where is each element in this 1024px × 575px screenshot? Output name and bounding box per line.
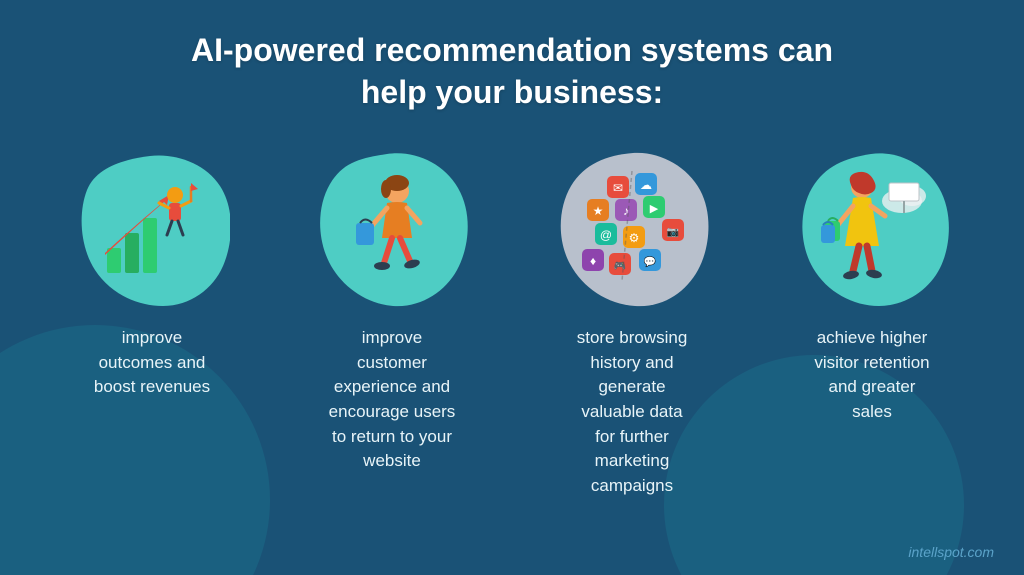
walking-person-icon [332, 168, 452, 288]
card-retention-text: achieve highervisitor retentionand great… [814, 326, 929, 425]
card-data: ✉ ☁ ★ ♪ ▶ 📷 @ [527, 148, 737, 498]
card-revenues: improveoutcomes andboost revenues [47, 148, 257, 498]
svg-text:📷: 📷 [667, 227, 679, 238]
blob-retention [795, 148, 950, 308]
cards-row: improveoutcomes andboost revenues [40, 148, 984, 498]
svg-text:⚙: ⚙ [629, 231, 640, 245]
blob-data: ✉ ☁ ★ ♪ ▶ 📷 @ [555, 148, 710, 308]
blob-revenues [75, 148, 230, 308]
svg-text:▶: ▶ [650, 203, 659, 215]
svg-text:💬: 💬 [644, 255, 657, 268]
svg-text:@: @ [600, 228, 612, 242]
svg-text:✉: ✉ [613, 181, 623, 195]
brand-label: intellspot.com [908, 544, 994, 560]
svg-text:♦: ♦ [590, 254, 596, 268]
svg-text:★: ★ [593, 204, 604, 218]
card-retention: achieve highervisitor retentionand great… [767, 148, 977, 498]
apps-icons-icon: ✉ ☁ ★ ♪ ▶ 📷 @ [572, 168, 692, 288]
shopping-woman-icon [812, 168, 932, 288]
page-title: AI-powered recommendation systems can he… [191, 30, 833, 113]
svg-text:☁: ☁ [640, 178, 652, 192]
main-content: AI-powered recommendation systems can he… [0, 0, 1024, 519]
blob-experience [315, 148, 470, 308]
card-revenues-text: improveoutcomes andboost revenues [94, 326, 210, 400]
card-data-text: store browsinghistory andgeneratevaluabl… [577, 326, 688, 498]
background: AI-powered recommendation systems can he… [0, 0, 1024, 575]
card-experience: improvecustomerexperience andencourage u… [287, 148, 497, 498]
businessman-growth-icon [92, 168, 212, 288]
card-experience-text: improvecustomerexperience andencourage u… [329, 326, 456, 474]
